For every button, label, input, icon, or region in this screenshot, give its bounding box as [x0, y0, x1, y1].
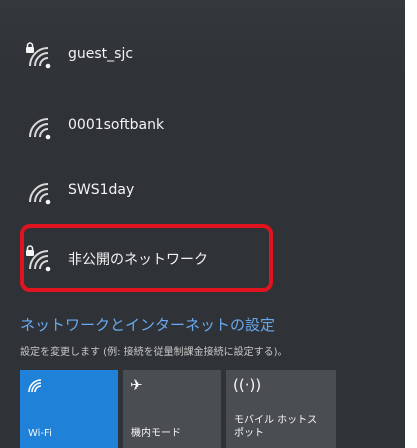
network-item[interactable]: guest_sjc [0, 24, 300, 84]
hotspot-icon: ((·)) [233, 376, 262, 394]
network-name: SWS1day [68, 182, 135, 198]
network-name: 0001softbank [68, 117, 165, 133]
wifi-signal-icon [24, 113, 58, 141]
network-item[interactable]: 0001softbank [0, 95, 300, 155]
airplane-mode-tile[interactable]: ✈ 機内モード [123, 370, 221, 448]
network-settings-description: 設定を変更します (例: 接続を従量制課金接続に設定する)。 [20, 347, 288, 358]
mobile-hotspot-tile[interactable]: ((·)) モバイル ホットス ポット [226, 370, 336, 448]
wifi-signal-icon [24, 245, 58, 273]
network-name: 非公開のネットワーク [68, 252, 208, 268]
wifi-toggle-tile[interactable]: Wi-Fi [20, 370, 118, 448]
tile-label: Wi-Fi [28, 428, 52, 439]
lock-icon [26, 245, 34, 256]
wifi-signal-icon [24, 178, 58, 206]
network-flyout: guest_sjc 0001softbank SWS1day 非公開のネットワー… [0, 0, 405, 448]
wifi-signal-icon [24, 42, 58, 70]
lock-icon [26, 42, 34, 53]
network-item[interactable]: SWS1day [0, 160, 300, 220]
network-settings-link[interactable]: ネットワークとインターネットの設定 [20, 314, 275, 335]
tile-label: モバイル ホットス ポット [234, 415, 318, 439]
network-name: guest_sjc [68, 46, 134, 62]
network-item[interactable]: 非公開のネットワーク [0, 227, 300, 287]
tile-label: 機内モード [131, 428, 181, 439]
airplane-icon: ✈ [130, 376, 143, 394]
wifi-icon [27, 378, 45, 397]
